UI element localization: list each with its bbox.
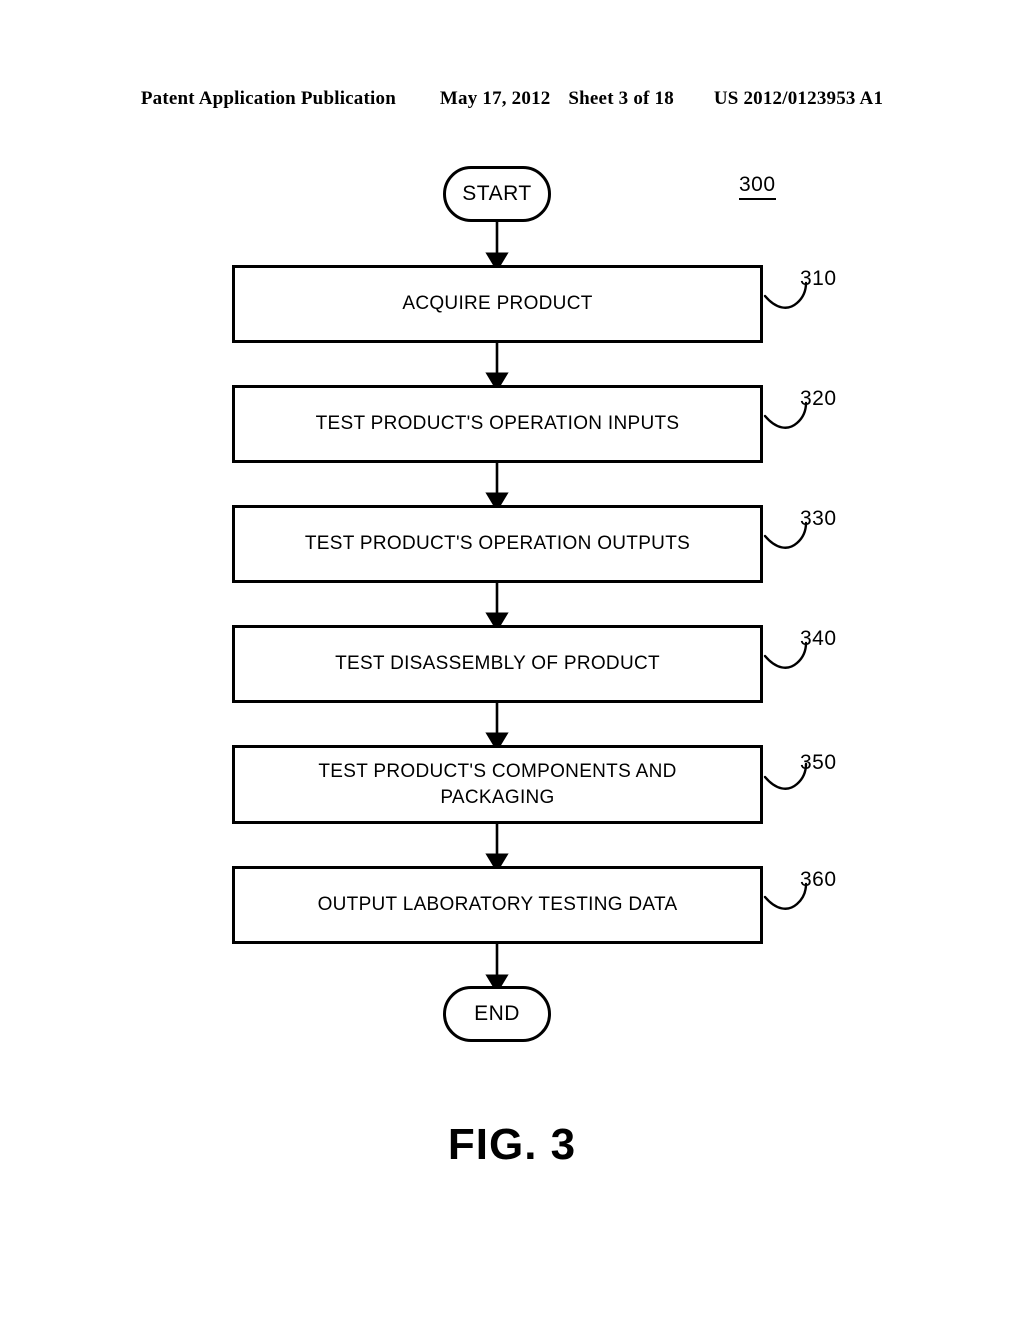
reference-numeral-350: 350 — [800, 751, 837, 774]
flow-step-340: TEST DISASSEMBLY OF PRODUCT — [232, 625, 763, 703]
reference-numeral-300: 300 — [739, 173, 776, 200]
flow-node-end-label: END — [474, 1002, 520, 1025]
flow-step-310-label: ACQUIRE PRODUCT — [402, 291, 592, 317]
flow-step-350-label-line-1: TEST PRODUCT'S COMPONENTS AND — [318, 760, 677, 782]
reference-numeral-310: 310 — [800, 267, 837, 290]
flow-step-320: TEST PRODUCT'S OPERATION INPUTS — [232, 385, 763, 463]
flow-node-start-label: START — [462, 182, 532, 205]
flow-node-end: END — [443, 986, 551, 1042]
flow-step-330: TEST PRODUCT'S OPERATION OUTPUTS — [232, 505, 763, 583]
flow-step-310: ACQUIRE PRODUCT — [232, 265, 763, 343]
reference-numeral-340: 340 — [800, 627, 837, 650]
flow-step-340-label-line-1: TEST DISASSEMBLY OF PRODUCT — [335, 653, 660, 674]
flow-step-350-label: TEST PRODUCT'S COMPONENTS AND PACKAGING — [318, 759, 676, 811]
reference-numeral-330: 330 — [800, 507, 837, 530]
flow-step-320-label-line-1: TEST PRODUCT'S OPERATION INPUTS — [315, 413, 680, 434]
reference-numeral-320: 320 — [800, 387, 837, 410]
flow-step-350-label-line-2: PACKAGING — [440, 786, 555, 808]
flow-step-340-label: TEST DISASSEMBLY OF PRODUCT — [335, 651, 660, 677]
flow-step-330-label: TEST PRODUCT'S OPERATION OUTPUTS — [305, 531, 690, 557]
flow-step-310-label-line-1: ACQUIRE PRODUCT — [402, 293, 593, 314]
flow-node-start: START — [443, 166, 551, 222]
flow-step-330-label-line-1: TEST PRODUCT'S OPERATION OUTPUTS — [304, 533, 691, 554]
flow-step-350: TEST PRODUCT'S COMPONENTS AND PACKAGING — [232, 745, 763, 824]
flow-step-360-label: OUTPUT LABORATORY TESTING DATA — [318, 892, 678, 918]
figure-caption: FIG. 3 — [447, 1120, 577, 1169]
reference-numeral-360: 360 — [800, 868, 837, 891]
flow-step-320-label: TEST PRODUCT'S OPERATION INPUTS — [316, 411, 680, 437]
flow-step-360: OUTPUT LABORATORY TESTING DATA — [232, 866, 763, 944]
flow-step-360-label-line-1: OUTPUT LABORATORY TESTING DATA — [317, 894, 678, 915]
